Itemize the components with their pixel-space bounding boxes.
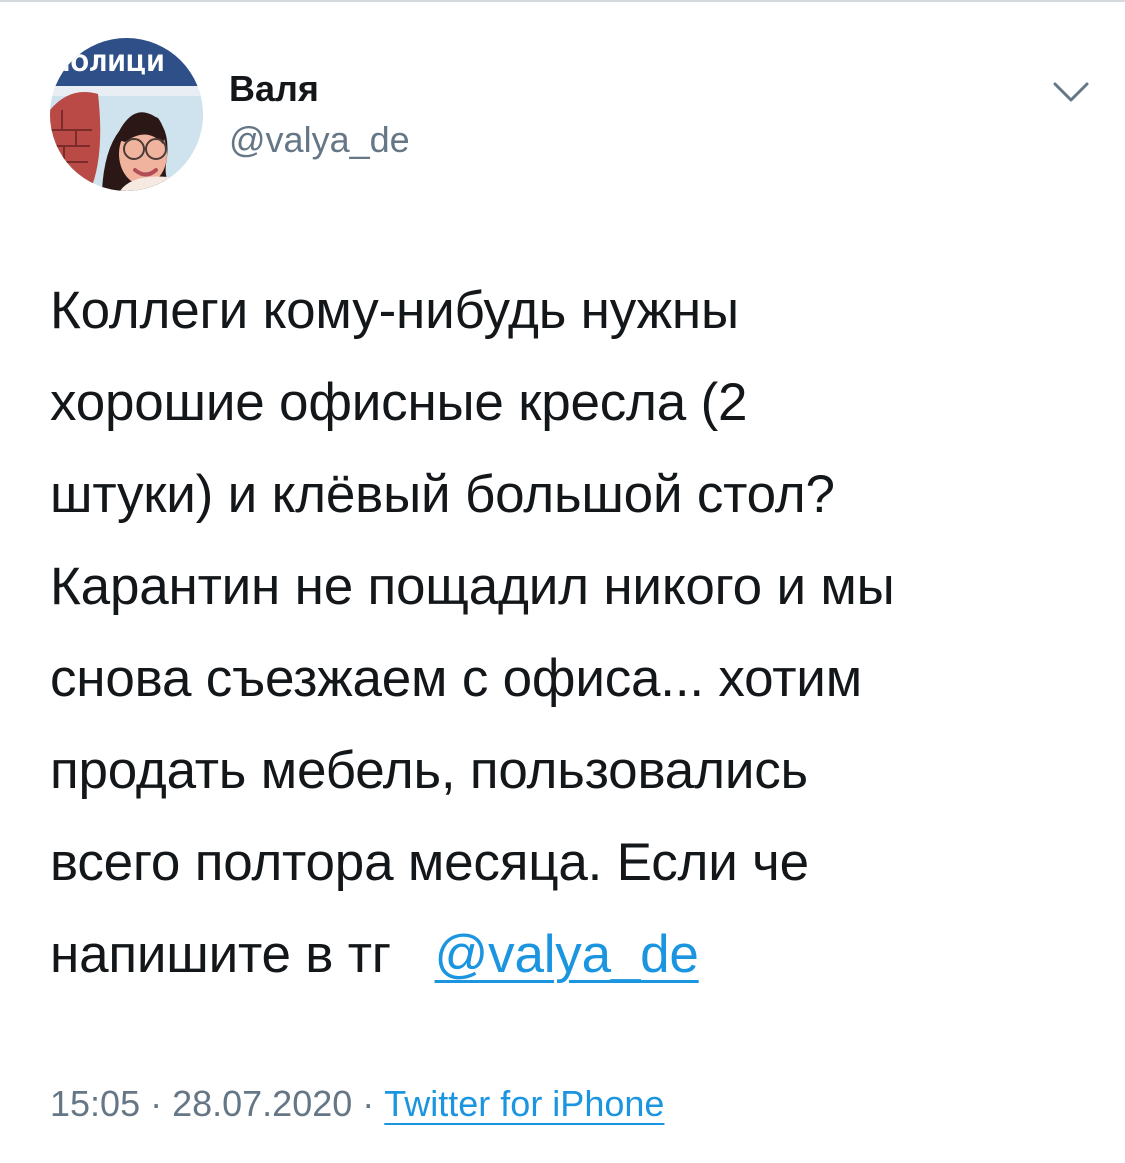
author-info[interactable]: Валя @valya_de — [229, 68, 410, 161]
display-name[interactable]: Валя — [229, 68, 410, 110]
avatar[interactable]: ПОЛИЦИ — [50, 38, 203, 191]
tweet-last-line-prefix: напишите в тг — [50, 925, 391, 984]
tweet-meta: 15:05 · 28.07.2020 · Twitter for iPhone — [50, 1080, 664, 1128]
avatar-image: ПОЛИЦИ — [50, 38, 203, 191]
chevron-down-icon — [1053, 82, 1089, 102]
tweet-line: всего полтора месяца. Если че — [50, 833, 809, 892]
tweet-time[interactable]: 15:05 — [50, 1083, 140, 1124]
tweet-header: ПОЛИЦИ Валя @valya_de — [50, 38, 1090, 193]
tweet-card: ПОЛИЦИ Валя @valya_de Коллеги кому-нибуд… — [0, 0, 1125, 1163]
tweet-text: Коллеги кому-нибудь нужны хорошие офисны… — [50, 265, 1095, 1001]
tweet-last-line: напишите в тг @valya_de — [50, 909, 1095, 1001]
tweet-line: Коллеги кому-нибудь нужны — [50, 281, 739, 340]
tweet-line: Карантин не пощадил никого и мы — [50, 557, 895, 616]
tweet-line: продать мебель, пользовались — [50, 741, 808, 800]
author-handle[interactable]: @valya_de — [229, 119, 410, 161]
mention-link[interactable]: @valya_de — [435, 925, 699, 984]
tweet-line: хорошие офисные кресла (2 — [50, 373, 748, 432]
meta-separator: · — [362, 1083, 375, 1124]
tweet-line: штуки) и клёвый большой стол? — [50, 465, 835, 524]
chevron-down-icon[interactable] — [1052, 80, 1090, 104]
avatar-sign-text: ПОЛИЦИ — [52, 52, 165, 77]
tweet-line: снова съезжаем с офиса... хотим — [50, 649, 862, 708]
tweet-source-link[interactable]: Twitter for iPhone — [384, 1083, 664, 1124]
meta-separator: · — [150, 1083, 163, 1124]
tweet-date[interactable]: 28.07.2020 — [172, 1083, 352, 1124]
